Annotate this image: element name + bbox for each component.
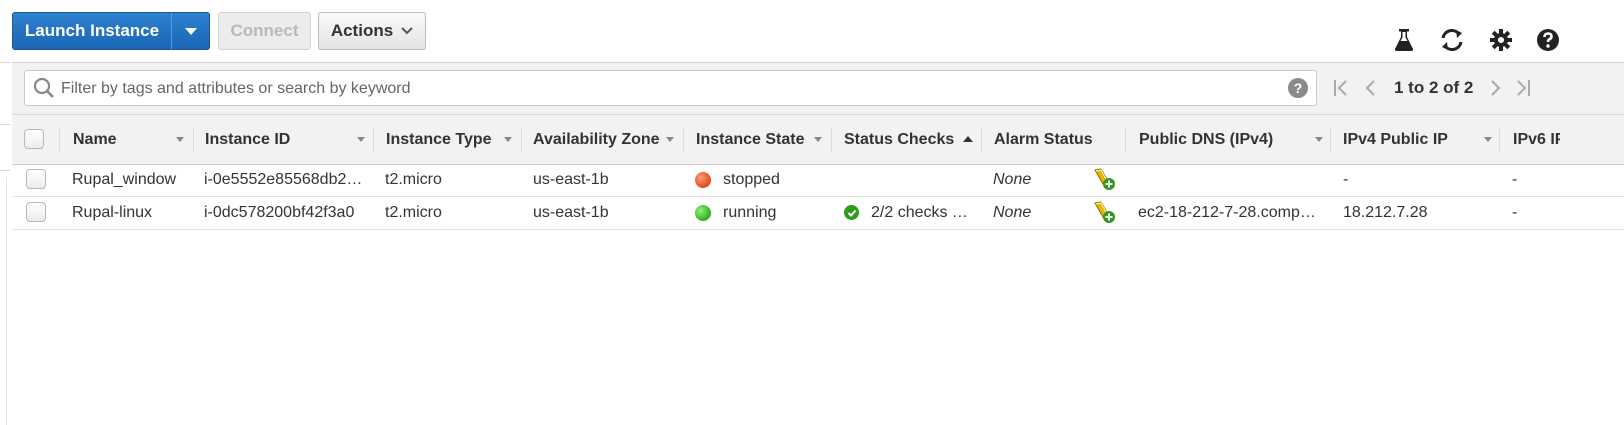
alarm-status: None [993,170,1032,188]
create-alarm-icon[interactable] [1092,200,1116,224]
instance-id: i-0e5552e85568db2… [204,170,363,188]
column-divider [521,127,522,153]
status-checks: 2/2 checks … [844,196,979,229]
column-header-status-checks[interactable]: Status Checks [844,115,956,164]
column-header-name[interactable]: Name [73,115,183,164]
launch-instance-button[interactable]: Launch Instance [12,12,172,50]
select-all-checkbox[interactable] [24,129,44,149]
column-divider [981,127,982,153]
instance-type: t2.micro [385,170,442,188]
search-input[interactable] [59,75,1273,103]
column-header-public-dns[interactable]: Public DNS (IPv4) [1139,115,1299,164]
sort-caret-icon[interactable] [504,137,512,142]
instance-state: running [695,196,825,229]
caret-down-icon [184,27,197,35]
divider [0,62,10,63]
instance-id: i-0dc578200bf42f3a0 [204,203,355,221]
table-row[interactable]: Rupal-linux i-0dc578200bf42f3a0 t2.micro… [12,196,1624,230]
first-page-icon[interactable] [1333,77,1349,99]
sort-caret-icon[interactable] [1315,137,1323,142]
availability-zone: us-east-1b [533,203,609,221]
ipv6-ip: - [1512,203,1518,221]
status-checks [844,163,974,196]
ipv6-ip: - [1512,170,1518,188]
instance-state-label: stopped [723,170,780,188]
instance-name: Rupal-linux [72,203,153,221]
column-divider [373,127,374,153]
column-divider [831,127,832,153]
row-checkbox[interactable] [26,169,46,189]
sort-caret-icon[interactable] [666,137,674,142]
chevron-down-icon [401,24,413,38]
availability-zone: us-east-1b [533,170,609,188]
launch-options-dropdown[interactable] [171,12,210,50]
column-header-availability-zone[interactable]: Availability Zone [533,115,668,164]
column-header-ipv6-ip[interactable]: IPv6 IP [1513,115,1560,164]
column-header-alarm-status[interactable]: Alarm Status [994,115,1104,164]
table-header: Name Instance ID Instance Type Availabil… [12,114,1624,165]
column-divider [1125,127,1126,153]
actions-dropdown[interactable]: Actions [318,12,426,50]
column-header-ipv4-public-ip[interactable]: IPv4 Public IP [1343,115,1463,164]
column-divider [1499,127,1500,153]
ipv4-public-ip: 18.212.7.28 [1343,203,1428,221]
status-checks-label[interactable]: 2/2 checks … [871,204,968,222]
column-divider [1330,127,1331,153]
flask-icon[interactable] [1391,27,1417,53]
previous-page-icon[interactable] [1364,77,1376,99]
stopped-status-icon [695,171,711,188]
create-alarm-icon[interactable] [1092,167,1116,191]
running-status-icon [695,204,711,221]
refresh-icon[interactable] [1439,27,1465,53]
search-icon [33,77,55,104]
pagination-label: 1 to 2 of 2 [1394,78,1474,97]
instance-type: t2.micro [385,203,442,221]
column-header-instance-id[interactable]: Instance ID [205,115,350,164]
column-header-instance-type[interactable]: Instance Type [386,115,506,164]
table-row[interactable]: Rupal_window i-0e5552e85568db2… t2.micro… [12,163,1624,197]
actions-label: Actions [330,21,394,40]
alarm-status: None [993,203,1032,221]
ipv4-public-ip: - [1343,170,1349,188]
sort-ascending-icon[interactable] [963,136,973,142]
instance-state: stopped [695,163,825,196]
search-help-icon[interactable]: ? [1288,78,1308,98]
divider [6,177,7,425]
public-dns: ec2-18-212-7-28.comp… [1138,203,1316,221]
column-divider [193,127,194,153]
sort-caret-icon[interactable] [1484,137,1492,142]
column-header-instance-state[interactable]: Instance State [696,115,812,164]
check-passed-icon [844,205,859,220]
sort-caret-icon[interactable] [176,137,184,142]
instance-name: Rupal_window [72,170,177,188]
next-page-icon[interactable] [1490,77,1502,99]
instance-state-label: running [723,203,777,221]
gear-icon[interactable] [1488,27,1514,53]
help-icon[interactable] [1535,27,1561,53]
row-checkbox[interactable] [26,202,46,222]
last-page-icon[interactable] [1515,77,1531,99]
divider [0,124,10,125]
sort-caret-icon[interactable] [814,137,822,142]
connect-button[interactable]: Connect [218,12,311,50]
column-divider [59,127,60,153]
divider [0,170,10,171]
sort-caret-icon[interactable] [357,137,365,142]
public-dns [1138,163,1318,196]
column-divider [683,127,684,153]
search-box: ? [24,70,1317,106]
